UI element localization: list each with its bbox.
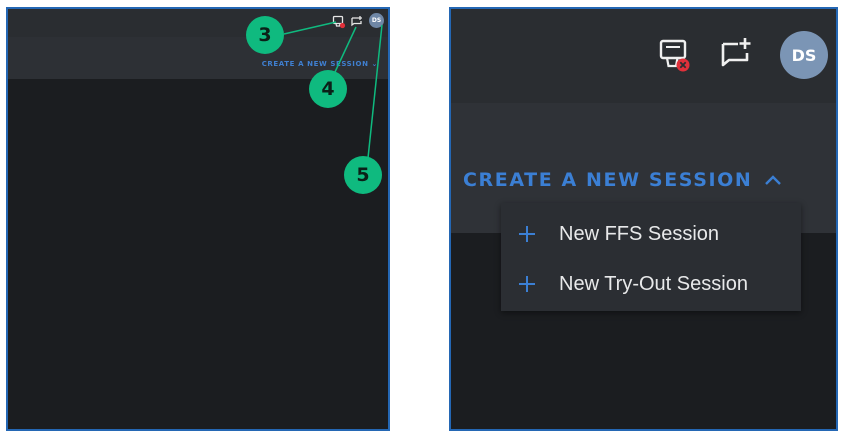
chevron-down-icon: ⌄ — [371, 60, 378, 68]
create-new-session-link[interactable]: CREATE A NEW SESSION ⌄ — [262, 60, 378, 68]
create-new-session-label: CREATE A NEW SESSION — [463, 169, 753, 191]
plus-icon — [519, 226, 535, 242]
avatar[interactable]: DS — [780, 31, 828, 79]
create-session-dropdown: New FFS Session New Try-Out Session — [501, 203, 801, 311]
new-chat-icon[interactable] — [350, 15, 364, 29]
menu-item-new-try-out-session[interactable]: New Try-Out Session — [501, 259, 801, 309]
notification-muted-icon[interactable] — [332, 15, 346, 29]
menu-item-new-ffs-session[interactable]: New FFS Session — [501, 209, 801, 259]
create-new-session-label: CREATE A NEW SESSION — [261, 60, 369, 68]
new-chat-icon[interactable] — [719, 35, 755, 71]
detail-panel: DS CREATE A NEW SESSION New FFS Session … — [449, 7, 838, 431]
menu-item-label: New FFS Session — [559, 222, 720, 245]
plus-icon — [519, 276, 535, 292]
top-bar — [451, 9, 836, 103]
notification-muted-icon[interactable] — [657, 37, 693, 73]
callout-5: 5 — [344, 156, 382, 194]
annotated-screenshot: DS CREATE A NEW SESSION ⌄ 3 4 5 DS CREAT… — [0, 0, 842, 437]
create-new-session-link[interactable]: CREATE A NEW SESSION — [463, 169, 782, 191]
avatar[interactable]: DS — [369, 13, 384, 28]
chevron-up-icon — [765, 175, 782, 185]
menu-item-label: New Try-Out Session — [559, 272, 748, 295]
top-bar — [8, 9, 388, 37]
callout-3: 3 — [246, 16, 284, 54]
callout-4: 4 — [309, 70, 347, 108]
